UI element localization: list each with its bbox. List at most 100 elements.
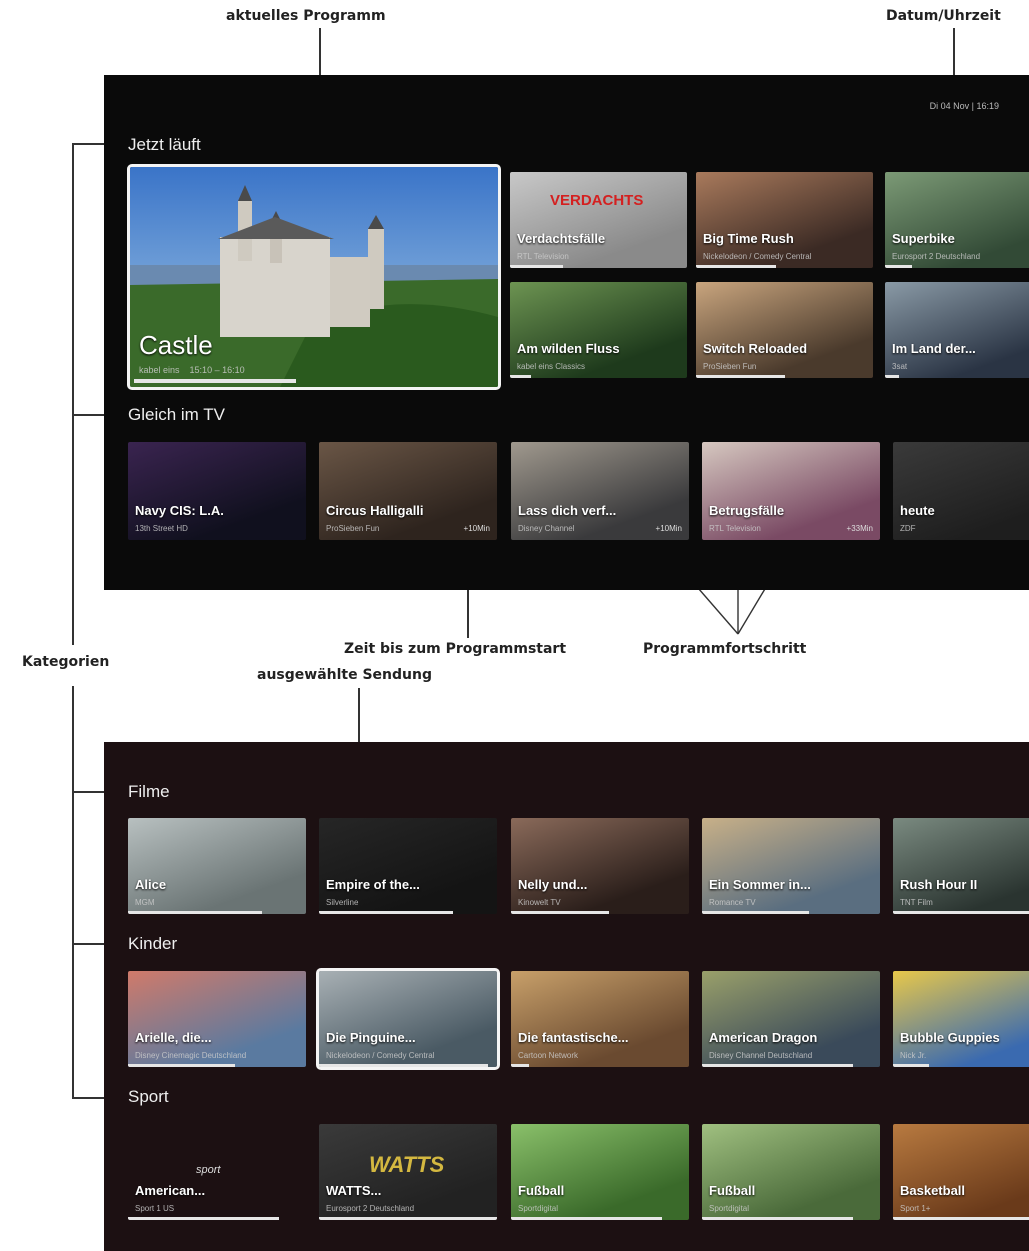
- program-title: Verdachtsfälle: [517, 231, 606, 246]
- channel-name: Disney Channel Deutschland: [709, 1051, 813, 1060]
- sport-program-tile[interactable]: sport American... Sport 1 US: [128, 1124, 306, 1220]
- progress-bar: [319, 1217, 497, 1220]
- program-title: Ein Sommer in...: [709, 877, 811, 892]
- program-title: Am wilden Fluss: [517, 341, 620, 356]
- program-title: Nelly und...: [518, 877, 588, 892]
- time-until-start: +10Min: [655, 524, 682, 533]
- program-title: Circus Halligalli: [326, 503, 424, 518]
- progress-bar: [885, 265, 912, 268]
- now-playing-tile[interactable]: VERDACHTS Verdachtsfälle RTL Television: [510, 172, 687, 268]
- program-title: Basketball: [900, 1183, 966, 1198]
- datetime-display: Di 04 Nov | 16:19: [929, 101, 999, 111]
- channel-name: Eurosport 2 Deutschland: [326, 1204, 415, 1213]
- now-playing-tile[interactable]: Big Time Rush Nickelodeon / Comedy Centra…: [696, 172, 873, 268]
- channel-name: Disney Channel: [518, 524, 575, 533]
- kinder-program-tile[interactable]: Bubble Guppies Nick Jr.: [893, 971, 1029, 1067]
- program-title: Lass dich verf...: [518, 503, 617, 518]
- progress-bar: [702, 1217, 854, 1220]
- progress-bar: [696, 375, 785, 378]
- now-playing-tile[interactable]: Superbike Eurosport 2 Deutschland: [885, 172, 1029, 268]
- filme-program-tile[interactable]: Alice MGM: [128, 818, 306, 914]
- progress-bar: [510, 375, 532, 378]
- channel-name: 13th Street HD: [135, 524, 188, 533]
- channel-name: ZDF: [900, 524, 916, 533]
- section-title-jetzt-laeuft: Jetzt läuft: [128, 135, 201, 154]
- program-title: Superbike: [892, 231, 955, 246]
- program-title: American Dragon: [709, 1030, 818, 1045]
- program-title: Fußball: [518, 1183, 565, 1198]
- channel-name: ProSieben Fun: [703, 362, 757, 371]
- progress-bar: [128, 911, 262, 914]
- channel-name: Sport 1+: [900, 1204, 931, 1213]
- now-playing-tile[interactable]: Im Land der... 3sat: [885, 282, 1029, 378]
- upcoming-program-tile[interactable]: Navy CIS: L.A. 13th Street HD: [128, 442, 306, 540]
- channel-name: Kinowelt TV: [518, 898, 561, 907]
- progress-bar: [128, 1217, 280, 1220]
- channel-name: Nickelodeon / Comedy Central: [703, 252, 812, 261]
- progress-bar: [702, 911, 809, 914]
- featured-program-tile[interactable]: Castle kabel eins 15:10 – 16:10: [127, 164, 501, 390]
- filme-program-tile[interactable]: Ein Sommer in... Romance TV: [702, 818, 880, 914]
- channel-name: RTL Television: [709, 524, 761, 533]
- progress-bar: [511, 911, 609, 914]
- progress-bar: [128, 1064, 235, 1067]
- channel-name: Sportdigital: [518, 1204, 559, 1213]
- program-title: American...: [135, 1183, 206, 1198]
- featured-title: Castle: [139, 330, 213, 360]
- program-title: Big Time Rush: [703, 231, 794, 246]
- sport-program-tile[interactable]: Fußball Sportdigital: [702, 1124, 880, 1220]
- channel-name: Sport 1 US: [135, 1204, 175, 1213]
- channel-name: 3sat: [892, 362, 908, 371]
- upcoming-program-tile[interactable]: Lass dich verf... Disney Channel +10Min: [511, 442, 689, 540]
- sport-program-tile[interactable]: Fußball Sportdigital: [511, 1124, 689, 1220]
- kinder-program-tile[interactable]: American Dragon Disney Channel Deutschlan…: [702, 971, 880, 1067]
- progress-bar: [893, 1064, 929, 1067]
- section-title-kinder: Kinder: [128, 934, 178, 953]
- progress-bar: [511, 1217, 663, 1220]
- channel-name: RTL Television: [517, 252, 569, 261]
- upcoming-program-tile[interactable]: heute ZDF: [893, 442, 1029, 540]
- channel-name: Nick Jr.: [900, 1051, 927, 1060]
- channel-logo: WATTS: [369, 1152, 445, 1177]
- program-title: Empire of the...: [326, 877, 420, 892]
- program-title: heute: [900, 503, 935, 518]
- progress-bar: [696, 265, 776, 268]
- time-until-start: +10Min: [463, 524, 490, 533]
- kinder-program-tile[interactable]: Die fantastische... Cartoon Network: [511, 971, 689, 1067]
- sport-program-tile[interactable]: WATTS WATTS... Eurosport 2 Deutschland: [319, 1124, 497, 1220]
- filme-program-tile[interactable]: Empire of the... Silverline: [319, 818, 497, 914]
- channel-name: MGM: [135, 898, 155, 907]
- section-title-filme: Filme: [128, 782, 170, 801]
- filme-program-tile[interactable]: Rush Hour II TNT Film: [893, 818, 1029, 914]
- program-title: Navy CIS: L.A.: [135, 503, 224, 518]
- program-title: Switch Reloaded: [703, 341, 808, 356]
- program-title: WATTS...: [326, 1183, 382, 1198]
- program-title: Alice: [135, 877, 167, 892]
- progress-bar: [510, 265, 564, 268]
- tv-screen-live: Di 04 Nov | 16:19 Jetzt läuft Gleich im …: [104, 75, 1029, 590]
- upcoming-program-tile[interactable]: Circus Halligalli ProSieben Fun +10Min: [319, 442, 497, 540]
- channel-name: Disney Cinemagic Deutschland: [135, 1051, 247, 1060]
- progress-bar: [885, 375, 900, 378]
- kinder-program-tile[interactable]: Die Pinguine... Nickelodeon / Comedy Cent…: [316, 968, 500, 1070]
- progress-bar: [893, 1217, 1029, 1220]
- program-title: Arielle, die...: [135, 1030, 212, 1045]
- time-until-start: +33Min: [846, 524, 873, 533]
- kinder-program-tile[interactable]: Arielle, die... Disney Cinemagic Deutschl…: [128, 971, 306, 1067]
- channel-name: kabel eins Classics: [517, 362, 586, 371]
- program-title: Die Pinguine...: [326, 1030, 416, 1045]
- now-playing-tile[interactable]: Am wilden Fluss kabel eins Classics: [510, 282, 687, 378]
- program-title: Rush Hour II: [900, 877, 978, 892]
- filme-program-tile[interactable]: Nelly und... Kinowelt TV: [511, 818, 689, 914]
- progress-bar: [893, 911, 1029, 914]
- upcoming-program-tile[interactable]: Betrugsfälle RTL Television +33Min: [702, 442, 880, 540]
- now-playing-tile[interactable]: Switch Reloaded ProSieben Fun: [696, 282, 873, 378]
- channel-name: Romance TV: [709, 898, 756, 907]
- tv-screen-categories: Filme Kinder Sport Alice MGM Empire of the…: [104, 742, 1029, 1251]
- channel-name: Cartoon Network: [518, 1051, 579, 1060]
- channel-name: Eurosport 2 Deutschland: [892, 252, 981, 261]
- channel-name: ProSieben Fun: [326, 524, 380, 533]
- program-title: Bubble Guppies: [900, 1030, 1000, 1045]
- progress-bar: [511, 1064, 529, 1067]
- sport-program-tile[interactable]: Basketball Sport 1+: [893, 1124, 1029, 1220]
